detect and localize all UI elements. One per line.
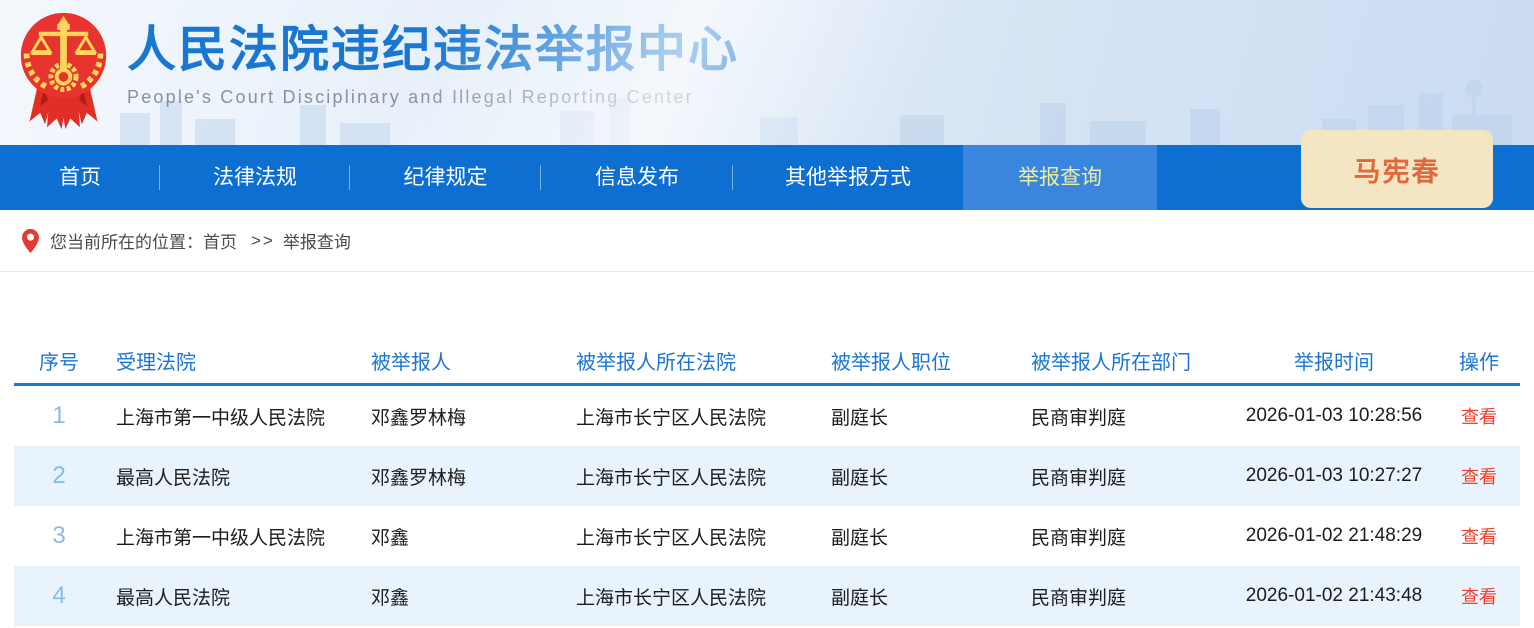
table-row: 2 最高人民法院 邓鑫罗林梅 上海市长宁区人民法院 副庭长 民商审判庭 2026… (14, 446, 1520, 506)
nav-item-report-query[interactable]: 举报查询 (963, 145, 1157, 210)
accepting-court: 上海市第一中级人民法院 (104, 523, 359, 550)
user-name: 马宪春 (1354, 150, 1441, 189)
accepting-court: 最高人民法院 (104, 583, 359, 610)
reported-person-court: 上海市长宁区人民法院 (564, 463, 819, 490)
table-row: 4 最高人民法院 邓鑫 上海市长宁区人民法院 副庭长 民商审判庭 2026-01… (14, 566, 1520, 626)
nav-item-home[interactable]: 首页 (0, 145, 160, 210)
column-header-accepting-court: 受理法院 (104, 346, 359, 375)
report-time: 2026-01-02 21:48:29 (1229, 525, 1439, 547)
report-time: 2026-01-03 10:27:27 (1229, 465, 1439, 487)
nav-item-discipline-rules[interactable]: 纪律规定 (350, 145, 541, 210)
table-header-row: 序号 受理法院 被举报人 被举报人所在法院 被举报人职位 被举报人所在部门 举报… (14, 338, 1520, 386)
site-header: 人民法院违纪违法举报中心 People's Court Disciplinary… (0, 0, 1534, 145)
nav-item-laws[interactable]: 法律法规 (160, 145, 350, 210)
view-link[interactable]: 查看 (1461, 407, 1497, 427)
reported-person-court: 上海市长宁区人民法院 (564, 523, 819, 550)
column-header-reported-person: 被举报人 (359, 346, 564, 375)
report-time: 2026-01-03 10:28:56 (1229, 405, 1439, 427)
breadcrumb-separator: >> (251, 231, 275, 251)
view-link[interactable]: 查看 (1461, 467, 1497, 487)
court-emblem-logo (15, 7, 112, 137)
breadcrumb-home-link[interactable]: 首页 (203, 233, 237, 252)
nav-item-information[interactable]: 信息发布 (541, 145, 733, 210)
row-number: 2 (14, 462, 104, 490)
row-number: 4 (14, 582, 104, 610)
reported-person-court: 上海市长宁区人民法院 (564, 403, 819, 430)
breadcrumb: 您当前所在的位置： 首页 >> 举报查询 (0, 210, 1534, 272)
row-number: 1 (14, 402, 104, 430)
user-name-badge[interactable]: 马宪春 (1301, 130, 1493, 208)
column-header-department: 被举报人所在部门 (1019, 346, 1229, 375)
reported-person: 邓鑫 (359, 583, 564, 610)
reported-person-department: 民商审判庭 (1019, 583, 1229, 610)
accepting-court: 上海市第一中级人民法院 (104, 403, 359, 430)
reported-person-position: 副庭长 (819, 463, 1019, 490)
page: 人民法院违纪违法举报中心 People's Court Disciplinary… (0, 0, 1534, 628)
nav-item-other-report-methods[interactable]: 其他举报方式 (733, 145, 963, 210)
reported-person: 邓鑫罗林梅 (359, 463, 564, 490)
content-area: 序号 受理法院 被举报人 被举报人所在法院 被举报人职位 被举报人所在部门 举报… (0, 338, 1534, 626)
breadcrumb-prefix: 您当前所在的位置： (50, 228, 203, 253)
column-header-reported-person-court: 被举报人所在法院 (564, 346, 819, 375)
column-header-action: 操作 (1439, 346, 1519, 375)
site-subtitle: People's Court Disciplinary and Illegal … (127, 87, 739, 108)
view-link[interactable]: 查看 (1461, 527, 1497, 547)
report-table: 序号 受理法院 被举报人 被举报人所在法院 被举报人职位 被举报人所在部门 举报… (14, 338, 1520, 626)
reported-person-department: 民商审判庭 (1019, 523, 1229, 550)
site-title-block: 人民法院违纪违法举报中心 People's Court Disciplinary… (127, 22, 739, 108)
reported-person-position: 副庭长 (819, 523, 1019, 550)
reported-person-position: 副庭长 (819, 583, 1019, 610)
table-row: 1 上海市第一中级人民法院 邓鑫罗林梅 上海市长宁区人民法院 副庭长 民商审判庭… (14, 386, 1520, 446)
table-row: 3 上海市第一中级人民法院 邓鑫 上海市长宁区人民法院 副庭长 民商审判庭 20… (14, 506, 1520, 566)
location-pin-icon (22, 229, 39, 253)
site-title: 人民法院违纪违法举报中心 (127, 22, 739, 78)
reported-person-department: 民商审判庭 (1019, 403, 1229, 430)
report-time: 2026-01-02 21:43:48 (1229, 585, 1439, 607)
column-header-report-time: 举报时间 (1229, 346, 1439, 375)
reported-person: 邓鑫 (359, 523, 564, 550)
accepting-court: 最高人民法院 (104, 463, 359, 490)
reported-person-court: 上海市长宁区人民法院 (564, 583, 819, 610)
row-number: 3 (14, 522, 104, 550)
reported-person-position: 副庭长 (819, 403, 1019, 430)
breadcrumb-current: 举报查询 (283, 228, 351, 253)
reported-person: 邓鑫罗林梅 (359, 403, 564, 430)
view-link[interactable]: 查看 (1461, 587, 1497, 607)
column-header-position: 被举报人职位 (819, 346, 1019, 375)
column-header-no: 序号 (14, 346, 104, 375)
reported-person-department: 民商审判庭 (1019, 463, 1229, 490)
